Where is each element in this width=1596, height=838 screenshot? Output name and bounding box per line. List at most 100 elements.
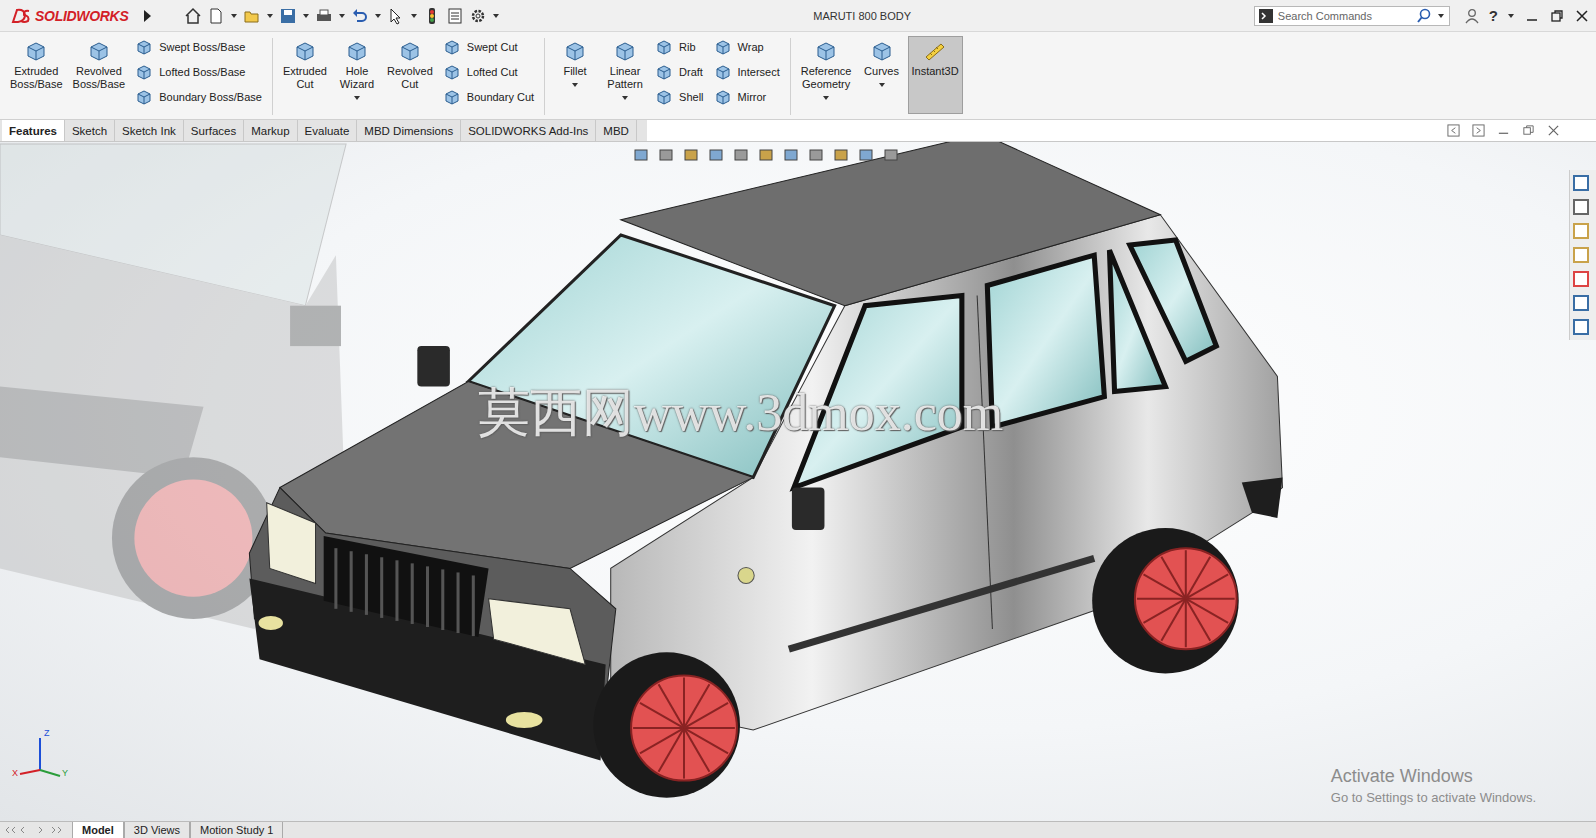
- command-tab[interactable]: Evaluate: [298, 120, 358, 141]
- task-pane-icon[interactable]: [1572, 174, 1590, 192]
- graphics-area[interactable]: 莫西网www.3dmox.com Z X Y Activate Windows …: [0, 142, 1596, 821]
- dropdown-caret-icon[interactable]: [571, 81, 579, 89]
- ribbon-group: ExtrudedBoss/Base RevolvedBoss/Base Swep…: [6, 36, 266, 117]
- minimize-icon[interactable]: [1524, 8, 1540, 24]
- instant3d-icon: [923, 39, 947, 63]
- ribbon-small-button[interactable]: Lofted Cut: [443, 63, 534, 81]
- tab-scroll-arrows-icon[interactable]: [4, 824, 64, 836]
- ribbon-button[interactable]: RevolvedBoss/Base: [69, 36, 130, 95]
- ribbon-small-button[interactable]: Swept Boss/Base: [135, 38, 262, 56]
- undo-icon[interactable]: [351, 7, 369, 25]
- brand-logo[interactable]: SOLIDWORKS: [10, 7, 128, 25]
- command-tab[interactable]: SOLIDWORKS Add-Ins: [461, 120, 596, 141]
- ribbon-small-button[interactable]: Swept Cut: [443, 38, 534, 56]
- command-tab[interactable]: Markup: [244, 120, 297, 141]
- user-icon[interactable]: [1464, 8, 1480, 24]
- view-tool-icon[interactable]: [682, 146, 700, 164]
- ribbon-small-button[interactable]: Shell: [655, 88, 703, 106]
- ribbon-small-button[interactable]: Mirror: [714, 88, 780, 106]
- model-tab[interactable]: Motion Study 1: [190, 822, 283, 838]
- file-properties-icon[interactable]: [446, 7, 464, 25]
- dropdown-caret-icon[interactable]: [266, 12, 274, 20]
- restore-icon[interactable]: [1549, 8, 1565, 24]
- select-pointer-icon[interactable]: [387, 7, 405, 25]
- task-pane-icon[interactable]: [1572, 270, 1590, 288]
- dropdown-caret-icon[interactable]: [621, 94, 629, 102]
- ribbon-button[interactable]: Curves: [858, 36, 906, 93]
- help-button[interactable]: ?: [1489, 7, 1498, 24]
- next-panel-icon[interactable]: [1472, 124, 1485, 137]
- save-icon[interactable]: [279, 7, 297, 25]
- new-document-icon[interactable]: [207, 7, 225, 25]
- dropdown-caret-icon[interactable]: [353, 94, 361, 102]
- model-tab[interactable]: 3D Views: [124, 822, 190, 838]
- command-tab[interactable]: Sketch Ink: [115, 120, 184, 141]
- task-pane-icon[interactable]: [1572, 198, 1590, 216]
- home-icon[interactable]: [184, 7, 202, 25]
- open-folder-icon[interactable]: [243, 7, 261, 25]
- ribbon-small-button[interactable]: Boundary Cut: [443, 88, 534, 106]
- view-tool-icon[interactable]: [632, 146, 650, 164]
- task-pane-icon[interactable]: [1572, 318, 1590, 336]
- dropdown-caret-icon[interactable]: [492, 12, 500, 20]
- rebuild-icon[interactable]: [423, 7, 441, 25]
- ribbon-small-button[interactable]: Intersect: [714, 63, 780, 81]
- doc-minimize-icon[interactable]: [1497, 124, 1510, 137]
- ribbon-small-button[interactable]: Boundary Boss/Base: [135, 88, 262, 106]
- feature-icon: [24, 39, 48, 63]
- view-tool-icon[interactable]: [757, 146, 775, 164]
- view-tool-icon[interactable]: [832, 146, 850, 164]
- ribbon-button[interactable]: HoleWizard: [333, 36, 381, 106]
- command-prompt-icon: [1259, 9, 1273, 23]
- ribbon-small-button[interactable]: Wrap: [714, 38, 780, 56]
- dropdown-caret-icon[interactable]: [878, 81, 886, 89]
- dropdown-caret-icon[interactable]: [374, 12, 382, 20]
- ribbon-button[interactable]: ReferenceGeometry: [797, 36, 856, 106]
- ribbon-button[interactable]: Fillet: [551, 36, 599, 93]
- doc-restore-icon[interactable]: [1522, 124, 1535, 137]
- view-tool-icon[interactable]: [657, 146, 675, 164]
- feature-icon: [135, 38, 153, 56]
- ribbon-button[interactable]: ExtrudedBoss/Base: [6, 36, 67, 95]
- ribbon-button[interactable]: Instant3D: [908, 36, 963, 114]
- command-tab[interactable]: MBD Dimensions: [357, 120, 461, 141]
- dropdown-caret-icon[interactable]: [1437, 12, 1445, 20]
- car-model[interactable]: [0, 142, 1596, 821]
- task-pane-icon[interactable]: [1572, 222, 1590, 240]
- model-tab[interactable]: Model: [72, 822, 124, 838]
- print-icon[interactable]: [315, 7, 333, 25]
- options-gear-icon[interactable]: [469, 7, 487, 25]
- search-commands-field[interactable]: Search Commands: [1254, 6, 1450, 26]
- dropdown-caret-icon[interactable]: [1507, 12, 1515, 20]
- doc-close-icon[interactable]: [1547, 124, 1560, 137]
- ribbon-small-button[interactable]: Draft: [655, 63, 703, 81]
- task-pane-tabs: [1569, 170, 1596, 340]
- close-icon[interactable]: [1574, 8, 1590, 24]
- dropdown-caret-icon[interactable]: [410, 12, 418, 20]
- expand-menu-icon[interactable]: [142, 9, 152, 23]
- ribbon-button[interactable]: LinearPattern: [601, 36, 649, 106]
- dropdown-caret-icon[interactable]: [338, 12, 346, 20]
- dropdown-caret-icon[interactable]: [822, 94, 830, 102]
- view-tool-icon[interactable]: [882, 146, 900, 164]
- ribbon-button[interactable]: ExtrudedCut: [279, 36, 331, 95]
- task-pane-icon[interactable]: [1572, 246, 1590, 264]
- command-tab[interactable]: Features: [2, 120, 65, 141]
- ribbon-small-button[interactable]: Lofted Boss/Base: [135, 63, 262, 81]
- command-tab[interactable]: Surfaces: [184, 120, 244, 141]
- command-tab[interactable]: Sketch: [65, 120, 115, 141]
- task-pane-icon[interactable]: [1572, 294, 1590, 312]
- view-tool-icon[interactable]: [807, 146, 825, 164]
- view-tool-icon[interactable]: [782, 146, 800, 164]
- ribbon-button[interactable]: RevolvedCut: [383, 36, 437, 95]
- dropdown-caret-icon[interactable]: [302, 12, 310, 20]
- ribbon-stack: Swept Boss/Base Lofted Boss/Base Boundar…: [131, 36, 266, 108]
- magnifier-icon[interactable]: [1416, 8, 1432, 24]
- dropdown-caret-icon[interactable]: [230, 12, 238, 20]
- previous-panel-icon[interactable]: [1447, 124, 1460, 137]
- ribbon-small-button[interactable]: Rib: [655, 38, 703, 56]
- command-tab[interactable]: MBD: [596, 120, 637, 141]
- view-tool-icon[interactable]: [732, 146, 750, 164]
- view-tool-icon[interactable]: [857, 146, 875, 164]
- view-tool-icon[interactable]: [707, 146, 725, 164]
